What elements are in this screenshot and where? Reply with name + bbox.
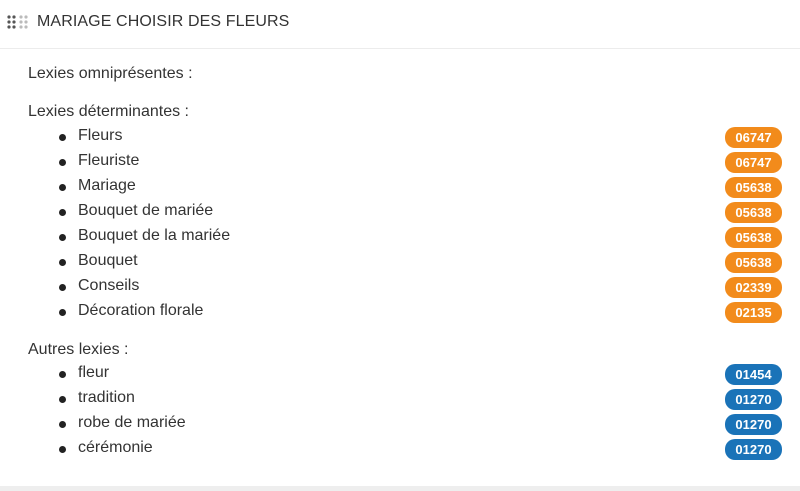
score-badge: 05638: [725, 202, 782, 223]
bullet-icon: [59, 259, 66, 266]
list-item: Mariage 05638: [0, 175, 800, 200]
score-badge: 05638: [725, 177, 782, 198]
score-badge: 01270: [725, 389, 782, 410]
bullet-icon: [59, 159, 66, 166]
lexie-label: Décoration florale: [78, 302, 204, 319]
list-item: Bouquet 05638: [0, 250, 800, 275]
list-item: cérémonie 01270: [0, 437, 800, 462]
lexie-label: Mariage: [78, 177, 136, 194]
list-item: Fleurs 06747: [0, 125, 800, 150]
lexie-label: Fleurs: [78, 127, 123, 144]
bullet-icon: [59, 396, 66, 403]
lexie-label: Bouquet de mariée: [78, 202, 214, 219]
lexie-label: robe de mariée: [78, 414, 186, 431]
bullet-icon: [59, 284, 66, 291]
score-badge: 01270: [725, 414, 782, 435]
panel-title: MARIAGE CHOISIR DES FLEURS: [37, 13, 290, 30]
score-badge: 06747: [725, 127, 782, 148]
list-item: fleur 01454: [0, 362, 800, 387]
score-badge: 02135: [725, 302, 782, 323]
bullet-icon: [59, 446, 66, 453]
bullet-icon: [59, 234, 66, 241]
lexie-label: Bouquet de la mariée: [78, 227, 231, 244]
footer-divider: [0, 486, 800, 491]
score-badge: 01270: [725, 439, 782, 460]
bullet-icon: [59, 184, 66, 191]
score-badge: 05638: [725, 227, 782, 248]
bullet-icon: [59, 209, 66, 216]
lexie-label: cérémonie: [78, 439, 153, 456]
bullet-icon: [59, 309, 66, 316]
list-item: Bouquet de mariée 05638: [0, 200, 800, 225]
list-item: Fleuriste 06747: [0, 150, 800, 175]
lexies-panel: MARIAGE CHOISIR DES FLEURS Lexies omnipr…: [0, 0, 800, 491]
list-item: Conseils 02339: [0, 275, 800, 300]
panel-header: MARIAGE CHOISIR DES FLEURS: [0, 0, 800, 49]
lexie-label: Bouquet: [78, 252, 138, 269]
lexie-label: Conseils: [78, 277, 140, 294]
grip-dots-icon[interactable]: [7, 15, 31, 31]
score-badge: 02339: [725, 277, 782, 298]
lexie-label: tradition: [78, 389, 135, 406]
list-item: tradition 01270: [0, 387, 800, 412]
omnipresent-label: Lexies omniprésentes :: [28, 65, 193, 82]
score-badge: 06747: [725, 152, 782, 173]
list-item: Bouquet de la mariée 05638: [0, 225, 800, 250]
score-badge: 01454: [725, 364, 782, 385]
bullet-icon: [59, 371, 66, 378]
lexie-label: fleur: [78, 364, 110, 381]
list-item: Décoration florale 02135: [0, 300, 800, 325]
other-label: Autres lexies :: [28, 341, 129, 358]
bullet-icon: [59, 421, 66, 428]
bullet-icon: [59, 134, 66, 141]
lexie-label: Fleuriste: [78, 152, 140, 169]
list-item: robe de mariée 01270: [0, 412, 800, 437]
determinant-label: Lexies déterminantes :: [28, 103, 189, 120]
score-badge: 05638: [725, 252, 782, 273]
